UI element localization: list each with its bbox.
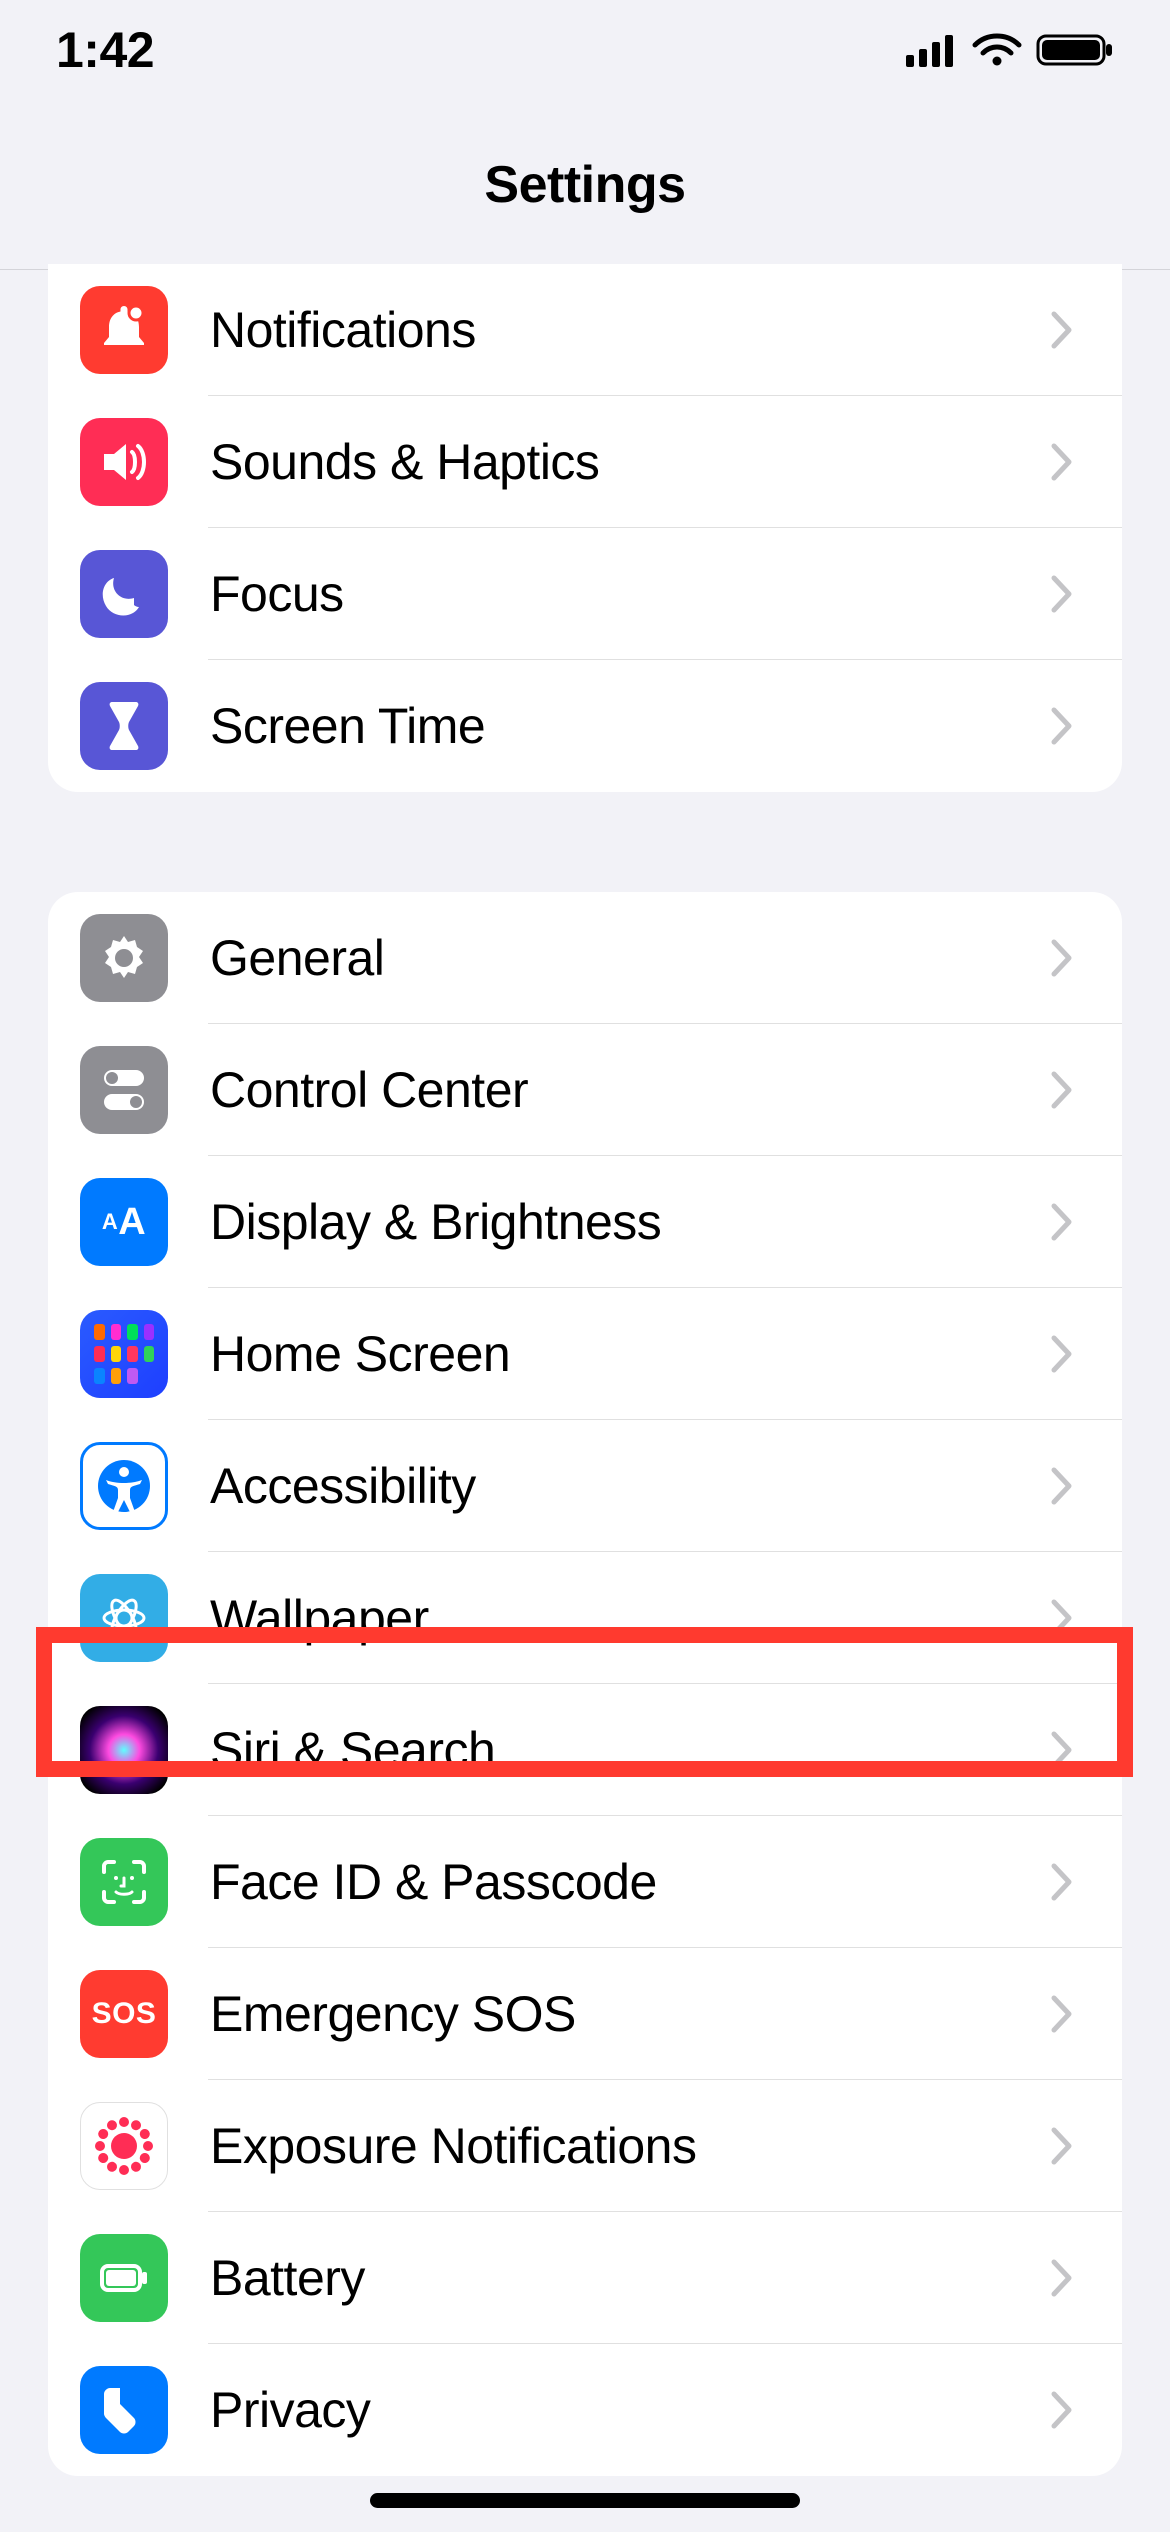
cellular-icon [906, 33, 958, 67]
chevron-right-icon [1032, 1731, 1092, 1769]
row-emergency-sos[interactable]: SOS Emergency SOS [48, 1948, 1122, 2080]
row-label: Emergency SOS [210, 1985, 1032, 2043]
notifications-icon [80, 286, 168, 374]
row-label: Battery [210, 2249, 1032, 2307]
row-focus[interactable]: Focus [48, 528, 1122, 660]
chevron-right-icon [1032, 1863, 1092, 1901]
row-general[interactable]: General [48, 892, 1122, 1024]
privacy-icon [80, 2366, 168, 2454]
face-id-icon [80, 1838, 168, 1926]
home-screen-icon [80, 1310, 168, 1398]
screen-time-icon [80, 682, 168, 770]
chevron-right-icon [1032, 575, 1092, 613]
row-accessibility[interactable]: Accessibility [48, 1420, 1122, 1552]
emergency-sos-icon: SOS [80, 1970, 168, 2058]
accessibility-icon [80, 1442, 168, 1530]
settings-group-1: Notifications Sounds & Haptics Focus Scr… [48, 264, 1122, 792]
chevron-right-icon [1032, 707, 1092, 745]
settings-list[interactable]: Notifications Sounds & Haptics Focus Scr… [0, 264, 1170, 2476]
status-time: 1:42 [56, 21, 154, 79]
row-label: Screen Time [210, 697, 1032, 755]
chevron-right-icon [1032, 2259, 1092, 2297]
chevron-right-icon [1032, 2127, 1092, 2165]
battery-icon [1036, 32, 1114, 68]
sos-text: SOS [92, 1997, 157, 2031]
wifi-icon [972, 32, 1022, 68]
chevron-right-icon [1032, 1335, 1092, 1373]
row-home-screen[interactable]: Home Screen [48, 1288, 1122, 1420]
row-label: Face ID & Passcode [210, 1853, 1032, 1911]
row-label: Accessibility [210, 1457, 1032, 1515]
sounds-icon [80, 418, 168, 506]
row-label: Display & Brightness [210, 1193, 1032, 1251]
row-label: Siri & Search [210, 1721, 1032, 1779]
chevron-right-icon [1032, 939, 1092, 977]
row-privacy[interactable]: Privacy [48, 2344, 1122, 2476]
row-wallpaper[interactable]: Wallpaper [48, 1552, 1122, 1684]
chevron-right-icon [1032, 1995, 1092, 2033]
settings-group-2: General Control Center AA Display & Brig… [48, 892, 1122, 2476]
row-label: General [210, 929, 1032, 987]
page-title: Settings [484, 155, 685, 215]
row-battery[interactable]: Battery [48, 2212, 1122, 2344]
row-label: Focus [210, 565, 1032, 623]
chevron-right-icon [1032, 1071, 1092, 1109]
row-label: Sounds & Haptics [210, 433, 1032, 491]
battery-icon [80, 2234, 168, 2322]
row-label: Privacy [210, 2381, 1032, 2439]
row-notifications[interactable]: Notifications [48, 264, 1122, 396]
exposure-icon [80, 2102, 168, 2190]
status-icons [906, 32, 1114, 68]
chevron-right-icon [1032, 1203, 1092, 1241]
status-bar: 1:42 [0, 0, 1170, 100]
focus-icon [80, 550, 168, 638]
row-control-center[interactable]: Control Center [48, 1024, 1122, 1156]
wallpaper-icon [80, 1574, 168, 1662]
control-center-icon [80, 1046, 168, 1134]
siri-icon [80, 1706, 168, 1794]
row-label: Home Screen [210, 1325, 1032, 1383]
row-face-id-passcode[interactable]: Face ID & Passcode [48, 1816, 1122, 1948]
settings-header: Settings [0, 100, 1170, 270]
row-label: Wallpaper [210, 1589, 1032, 1647]
row-display-brightness[interactable]: AA Display & Brightness [48, 1156, 1122, 1288]
chevron-right-icon [1032, 311, 1092, 349]
chevron-right-icon [1032, 443, 1092, 481]
chevron-right-icon [1032, 1599, 1092, 1637]
row-sounds-haptics[interactable]: Sounds & Haptics [48, 396, 1122, 528]
row-label: Notifications [210, 301, 1032, 359]
display-brightness-icon: AA [80, 1178, 168, 1266]
row-label: Exposure Notifications [210, 2117, 1032, 2175]
row-screen-time[interactable]: Screen Time [48, 660, 1122, 792]
row-label: Control Center [210, 1061, 1032, 1119]
home-indicator[interactable] [370, 2493, 800, 2508]
row-siri-search[interactable]: Siri & Search [48, 1684, 1122, 1816]
chevron-right-icon [1032, 1467, 1092, 1505]
general-icon [80, 914, 168, 1002]
chevron-right-icon [1032, 2391, 1092, 2429]
row-exposure-notifications[interactable]: Exposure Notifications [48, 2080, 1122, 2212]
